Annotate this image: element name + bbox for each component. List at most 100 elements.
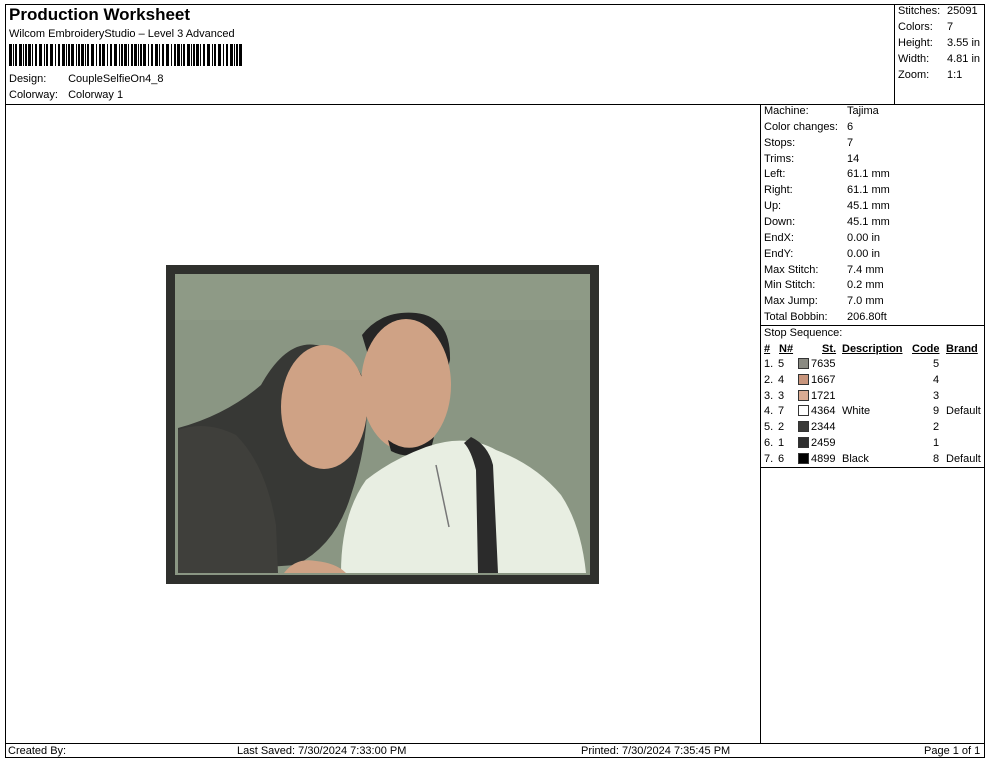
- info-row: Machine: Tajima: [764, 105, 879, 117]
- info-row: Min Stitch: 0.2 mm: [764, 279, 884, 291]
- sequence-num: 6.: [764, 437, 774, 449]
- info-row: Trims: 14: [764, 153, 859, 165]
- stat-value: 4.81 in: [947, 53, 981, 65]
- sequence-code: 3: [933, 389, 940, 402]
- barcode-bar: [107, 44, 108, 66]
- sequence-n: 1: [778, 437, 785, 449]
- sequence-st: 4364: [811, 405, 836, 418]
- stat-value: 1:1: [947, 69, 963, 81]
- embroidery-preview: [166, 265, 599, 584]
- color-swatch: [798, 452, 809, 464]
- info-label: Stops:: [764, 137, 796, 149]
- stat-row: Width: 4.81 in: [898, 53, 980, 65]
- barcode-bar: [32, 44, 33, 66]
- sequence-code: 8: [933, 452, 940, 465]
- info-row: Down: 45.1 mm: [764, 216, 890, 228]
- barcode-bar: [162, 44, 164, 66]
- info-label: Max Jump:: [764, 295, 818, 307]
- sequence-num: 4.: [764, 405, 774, 418]
- info-value: 6: [847, 121, 854, 133]
- barcode-bar: [119, 44, 120, 66]
- info-label: EndX:: [764, 232, 794, 244]
- stat-row: Height: 3.55 in: [898, 37, 980, 49]
- colorway-value: Colorway 1: [68, 89, 124, 101]
- printed-date: Printed: 7/30/2024 7:35:45 PM: [581, 745, 731, 757]
- info-label: Color changes:: [764, 121, 838, 133]
- barcode-bar: [134, 44, 137, 66]
- sequence-code: 4: [933, 373, 940, 386]
- info-value: 0.00 in: [847, 248, 881, 260]
- sequence-description: Black: [842, 452, 869, 465]
- info-label: Trims:: [764, 153, 795, 165]
- info-label: Left:: [764, 168, 786, 180]
- barcode-bar: [44, 44, 45, 66]
- col-code: Code: [912, 343, 940, 355]
- sequence-n: 6: [778, 452, 785, 465]
- barcode-bar: [128, 44, 129, 66]
- color-swatch: [798, 421, 809, 433]
- info-row: Max Stitch: 7.4 mm: [764, 264, 884, 276]
- stat-label: Width:: [898, 53, 930, 65]
- info-row: Left: 61.1 mm: [764, 168, 890, 180]
- color-swatch: [798, 389, 809, 401]
- sequence-num: 3.: [764, 389, 774, 402]
- barcode-bar: [193, 44, 195, 66]
- barcode-bar: [46, 44, 48, 66]
- info-value: 61.1 mm: [847, 168, 890, 180]
- col-num: #: [764, 343, 771, 355]
- barcode-bar: [78, 44, 80, 66]
- stat-value: 7: [947, 21, 954, 33]
- barcode-bar: [191, 44, 192, 66]
- barcode-bar: [110, 44, 112, 66]
- design-label: Design:: [9, 73, 47, 85]
- barcode-bar: [174, 44, 176, 66]
- info-row: Up: 45.1 mm: [764, 200, 890, 212]
- info-value: 0.2 mm: [847, 279, 884, 291]
- sequence-brand: Default: [946, 452, 981, 465]
- barcode-bar: [234, 44, 235, 66]
- col-description: Description: [842, 343, 903, 355]
- last-saved: Last Saved: 7/30/2024 7:33:00 PM: [237, 745, 407, 757]
- info-label: Min Stitch:: [764, 279, 816, 291]
- info-value: 206.80ft: [847, 311, 887, 323]
- barcode-bar: [200, 44, 201, 66]
- stat-label: Zoom:: [898, 69, 930, 81]
- barcode-bar: [9, 44, 12, 66]
- stat-value: 3.55 in: [947, 37, 981, 49]
- barcode-bar: [62, 44, 65, 66]
- info-row: Max Jump: 7.0 mm: [764, 295, 884, 307]
- sequence-code: 1: [933, 437, 940, 449]
- info-value: 61.1 mm: [847, 184, 890, 196]
- design-row: Design: CoupleSelfieOn4_8: [9, 73, 163, 85]
- barcode-bar: [239, 44, 242, 66]
- info-value: 45.1 mm: [847, 200, 890, 212]
- barcode-bar: [23, 44, 24, 66]
- barcode-bar: [66, 44, 67, 66]
- info-label: Down:: [764, 216, 796, 228]
- sequence-code: 2: [933, 421, 940, 434]
- stat-row: Stitches: 25091: [898, 5, 978, 17]
- sequence-num: 7.: [764, 452, 774, 465]
- col-brand: Brand: [946, 343, 978, 355]
- page-number: Page 1 of 1: [924, 745, 981, 757]
- sequence-st: 1667: [811, 373, 836, 386]
- barcode-bar: [131, 44, 133, 66]
- info-row: Stops: 7: [764, 137, 853, 149]
- wall-top: [175, 274, 590, 320]
- barcode-bar: [171, 44, 172, 66]
- design-value: CoupleSelfieOn4_8: [68, 73, 164, 85]
- sequence-brand: Default: [946, 405, 981, 418]
- info-value: 14: [847, 153, 860, 165]
- footer-divider: [5, 743, 985, 744]
- sequence-n: 5: [778, 358, 785, 370]
- barcode-bar: [13, 44, 14, 66]
- barcode-bar: [28, 44, 31, 66]
- barcode-bar: [155, 44, 158, 66]
- man-face: [361, 319, 451, 451]
- stat-label: Colors:: [898, 21, 933, 33]
- stat-value: 25091: [947, 5, 978, 17]
- barcode-bar: [102, 44, 105, 66]
- barcode-bar: [223, 44, 224, 66]
- stat-row: Colors: 7: [898, 21, 953, 33]
- barcode-bar: [58, 44, 60, 66]
